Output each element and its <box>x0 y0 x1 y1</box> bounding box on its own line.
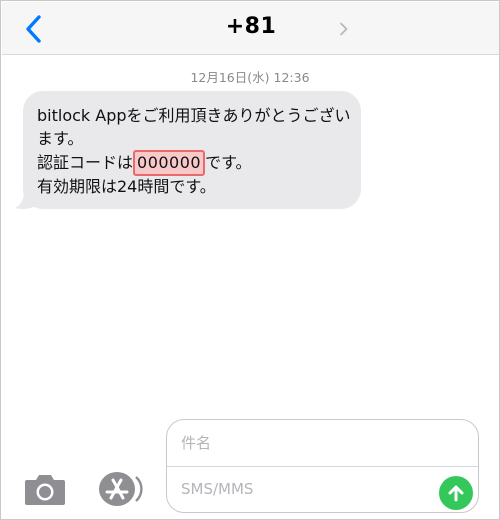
contact-details-button[interactable] <box>336 20 352 38</box>
message-line-2-suffix: です。 <box>205 153 252 172</box>
camera-icon <box>25 475 65 505</box>
arrow-up-icon <box>448 485 464 502</box>
message-timestamp: 12月16日(水) 12:36 <box>1 67 499 86</box>
subject-input[interactable] <box>181 430 461 456</box>
app-store-icon <box>99 472 143 506</box>
message-time: 12:36 <box>273 70 310 85</box>
message-line-3: 有効期限は24時間です。 <box>37 177 216 196</box>
contact-name[interactable]: +81 <box>2 14 499 39</box>
message-line-2-prefix: 認証コードは <box>37 153 134 172</box>
chevron-right-icon <box>340 22 348 36</box>
incoming-message-bubble[interactable]: bitlock Appをご利用頂きありがとうございます。 認証コードは 00000… <box>23 91 361 209</box>
message-line-1: bitlock Appをご利用頂きありがとうございます。 <box>37 106 351 148</box>
compose-box <box>166 419 479 513</box>
conversation-header: +81 <box>2 2 499 55</box>
send-button[interactable] <box>439 476 473 510</box>
message-date: 12月16日(水) <box>190 70 270 85</box>
app-store-button[interactable] <box>95 471 143 507</box>
messages-screen: +81 12月16日(水) 12:36 bitlock Appをご利用頂きありがと… <box>0 0 500 520</box>
verification-code[interactable]: 000000 <box>133 150 206 176</box>
message-input[interactable] <box>181 476 421 502</box>
message-line-2: 認証コードは 000000 です。 <box>37 150 347 176</box>
camera-button[interactable] <box>23 471 67 507</box>
compose-divider <box>167 466 478 467</box>
